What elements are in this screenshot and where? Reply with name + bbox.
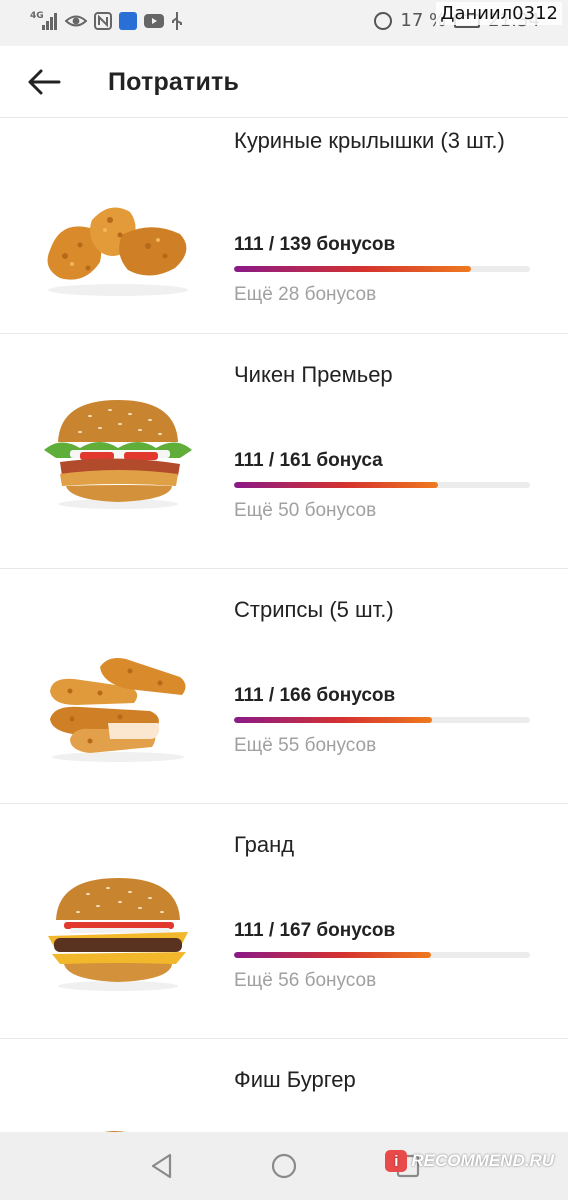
app-bar: Потратить: [0, 46, 568, 118]
reward-progress-bar: [234, 952, 530, 958]
reward-name: Куриные крылышки (3 шт.): [234, 128, 505, 153]
reward-name: Гранд: [234, 832, 295, 857]
status-bar: 4G 17 % 21:34 Даниил0312: [0, 0, 568, 46]
reward-name: Чикен Премьер: [234, 362, 393, 387]
watermark-username: Даниил0312: [436, 2, 562, 25]
page-title: Потратить: [108, 68, 240, 96]
back-button[interactable]: [22, 60, 66, 104]
system-nav-bar: i RECOMMEND.RU: [0, 1132, 568, 1200]
reward-progress-text: 111 / 139 бонусов: [234, 234, 396, 255]
recommend-watermark-text: RECOMMEND.RU: [411, 1151, 554, 1170]
reward-progress-bar: [234, 482, 530, 488]
chicken-wings-image: [47, 207, 188, 296]
recommend-watermark: i RECOMMEND.RU: [385, 1150, 554, 1172]
youtube-icon: [144, 12, 164, 30]
usb-icon: [171, 12, 183, 30]
reward-remaining: Ещё 55 бонусов: [234, 735, 377, 756]
reward-progress-bar: [234, 717, 530, 723]
reward-progress-text: 111 / 167 бонусов: [234, 920, 396, 941]
reward-progress-text: 111 / 161 бонуса: [234, 450, 383, 471]
reward-progress-bar: [234, 266, 530, 272]
reward-progress-text: 111 / 166 бонусов: [234, 685, 396, 706]
reward-name: Фиш Бургер: [234, 1067, 356, 1092]
reward-progress-fill: [234, 482, 438, 488]
reward-remaining: Ещё 28 бонусов: [234, 284, 377, 305]
reward-progress-fill: [234, 952, 431, 958]
reward-item[interactable]: Стрипсы (5 шт.) 111 / 166 бонусов Ещё 55…: [0, 569, 568, 804]
reward-item[interactable]: Гранд 111 / 167 бонусов Ещё 56 бонусов: [0, 804, 568, 1039]
alarm-icon: [374, 11, 393, 30]
nfc-icon: [94, 12, 112, 30]
status-icons-left: 4G: [30, 12, 183, 30]
chicken-strips-image: [50, 658, 186, 762]
reward-progress-fill: [234, 717, 433, 723]
reward-remaining: Ещё 50 бонусов: [234, 500, 377, 521]
nav-home-icon[interactable]: [268, 1150, 300, 1182]
reward-name: Стрипсы (5 шт.): [234, 597, 394, 622]
reward-progress-fill: [234, 266, 471, 272]
recommend-logo-icon: i: [385, 1150, 408, 1172]
nav-back-icon[interactable]: [146, 1150, 178, 1182]
shield-app-icon: [119, 12, 137, 30]
beef-burger-image: [48, 878, 188, 991]
signal-icon: 4G: [30, 12, 58, 30]
chicken-burger-image: [44, 400, 192, 509]
reward-item[interactable]: Фиш Бургер: [0, 1039, 568, 1139]
reward-item[interactable]: Чикен Премьер 111 / 161 бонуса Ещё 50 бо…: [0, 334, 568, 569]
eye-icon: [64, 12, 88, 30]
arrow-left-icon: [28, 69, 61, 95]
reward-remaining: Ещё 56 бонусов: [234, 970, 377, 991]
reward-item[interactable]: Куриные крылышки (3 шт.) 111 / 139 бонус…: [0, 118, 568, 334]
rewards-list: Куриные крылышки (3 шт.) 111 / 139 бонус…: [0, 118, 568, 1139]
